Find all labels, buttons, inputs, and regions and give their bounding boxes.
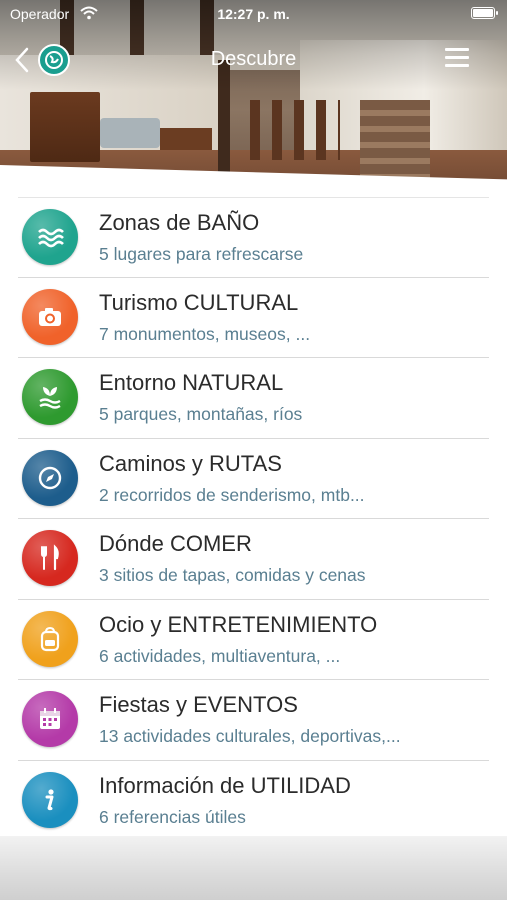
item-subtitle: 7 monumentos, museos, ... <box>99 323 311 344</box>
info-icon <box>22 771 78 828</box>
backpack-icon <box>22 610 78 667</box>
item-title: Fiestas y EVENTOS <box>99 692 298 717</box>
item-subtitle: 13 actividades culturales, deportivas,..… <box>99 726 401 746</box>
battery-icon <box>471 7 498 19</box>
item-subtitle: 5 lugares para refrescarse <box>99 244 304 264</box>
item-subtitle: 6 referencias útiles <box>99 806 246 827</box>
waves-icon <box>22 209 78 265</box>
list-item-entorno-natural[interactable]: Entorno NATURAL 5 parques, montañas, río… <box>18 358 489 439</box>
fork-knife-icon <box>22 530 78 586</box>
clock: 12:27 p. m. <box>217 6 290 22</box>
list-item-donde-comer[interactable]: Dónde COMER 3 sitios de tapas, comidas y… <box>18 519 489 600</box>
status-bar: Operador 12:27 p. m. <box>0 0 507 28</box>
item-title: Ocio y ENTRETENIMIENTO <box>99 611 378 637</box>
item-title: Entorno NATURAL <box>99 370 284 395</box>
nav-bar: Descubre <box>0 38 507 82</box>
leaf-icon <box>22 369 78 425</box>
item-title: Zonas de BAÑO <box>99 210 260 235</box>
camera-icon <box>22 288 78 345</box>
compass-icon <box>22 449 78 506</box>
item-subtitle: 3 sitios de tapas, comidas y cenas <box>99 565 366 585</box>
list-item-informacion-utilidad[interactable]: Información de UTILIDAD 6 referencias út… <box>18 761 489 841</box>
item-title: Dónde COMER <box>99 531 252 556</box>
item-subtitle: 2 recorridos de senderismo, mtb... <box>99 484 365 505</box>
header-photo <box>0 0 507 200</box>
item-title: Caminos y RUTAS <box>99 450 282 476</box>
list-item-ocio-entretenimiento[interactable]: Ocio y ENTRETENIMIENTO 6 actividades, mu… <box>18 600 489 680</box>
item-title: Turismo CULTURAL <box>99 289 299 315</box>
category-list: Zonas de BAÑO 5 lugares para refrescarse… <box>0 197 507 841</box>
calendar-icon <box>22 691 78 747</box>
item-subtitle: 6 actividades, multiaventura, ... <box>99 645 341 666</box>
list-item-turismo-cultural[interactable]: Turismo CULTURAL 7 monumentos, museos, .… <box>18 278 489 358</box>
item-subtitle: 5 parques, montañas, ríos <box>99 404 303 424</box>
list-item-caminos-rutas[interactable]: Caminos y RUTAS 2 recorridos de senderis… <box>18 439 489 519</box>
list-item-fiestas-eventos[interactable]: Fiestas y EVENTOS 13 actividades cultura… <box>18 680 489 761</box>
page-title: Descubre <box>210 48 297 70</box>
bottom-fade <box>0 836 507 900</box>
list-item-zonas-bano[interactable]: Zonas de BAÑO 5 lugares para refrescarse <box>18 197 489 278</box>
menu-button[interactable] <box>445 48 469 68</box>
item-title: Información de UTILIDAD <box>99 772 351 798</box>
